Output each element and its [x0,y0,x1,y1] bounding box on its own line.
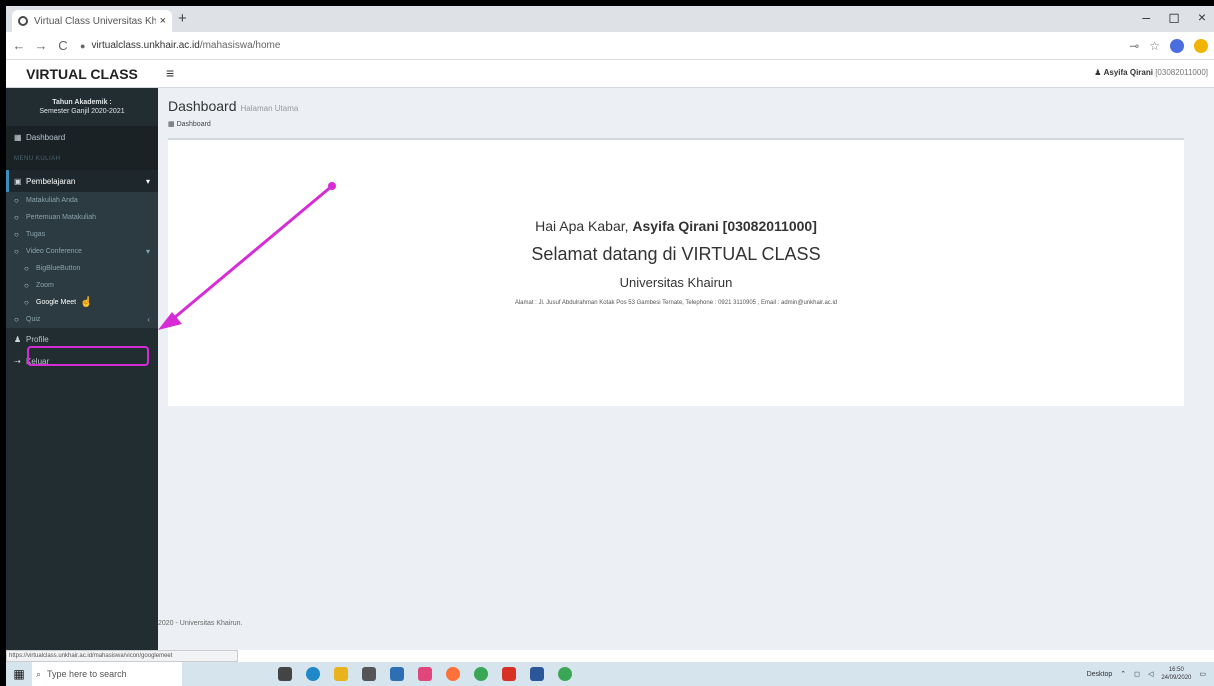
chrome-icon[interactable] [558,667,572,681]
edge-icon[interactable] [306,667,320,681]
task-view-icon[interactable] [278,667,292,681]
notification-icon[interactable]: ▭ [1199,670,1206,678]
search-placeholder: Type here to search [47,669,127,679]
annotation-arrow-dot [328,182,336,190]
app-icon[interactable] [418,667,432,681]
volume-icon[interactable]: ◁ [1148,670,1153,678]
system-tray: Desktop ⌃ ◻ ◁ 16:50 24/09/2020 ▭ [1087,666,1206,682]
tray-label[interactable]: Desktop [1087,671,1113,678]
status-bar-url: https://virtualclass.unkhair.ac.id/mahas… [6,650,238,662]
annotation-arrow-line [173,184,333,320]
chrome-icon[interactable] [474,667,488,681]
annotation-arrow [158,182,336,330]
page-footer: 2020 - Universitas Khairun. [158,620,243,627]
windows-start-icon[interactable]: ▦ [6,667,32,681]
chevron-up-icon[interactable]: ⌃ [1120,670,1126,678]
firefox-icon[interactable] [446,667,460,681]
clock-time: 16:50 [1168,667,1184,673]
store-icon[interactable] [362,667,376,681]
screen: Virtual Class Universitas Khairun × + – … [6,6,1214,686]
clock-date: 24/09/2020 [1161,675,1192,681]
taskbar-search[interactable]: ⌕ Type here to search [32,662,182,686]
acrobat-icon[interactable] [502,667,516,681]
mail-icon[interactable] [390,667,404,681]
word-icon[interactable] [530,667,544,681]
network-icon[interactable]: ◻ [1134,670,1140,678]
taskbar: ▦ ⌕ Type here to search Desktop ⌃ ◻ ◁ 16… [6,662,1214,686]
file-explorer-icon[interactable] [334,667,348,681]
taskbar-apps [278,667,572,681]
clock[interactable]: 16:50 24/09/2020 [1161,666,1191,682]
search-icon: ⌕ [36,668,42,679]
